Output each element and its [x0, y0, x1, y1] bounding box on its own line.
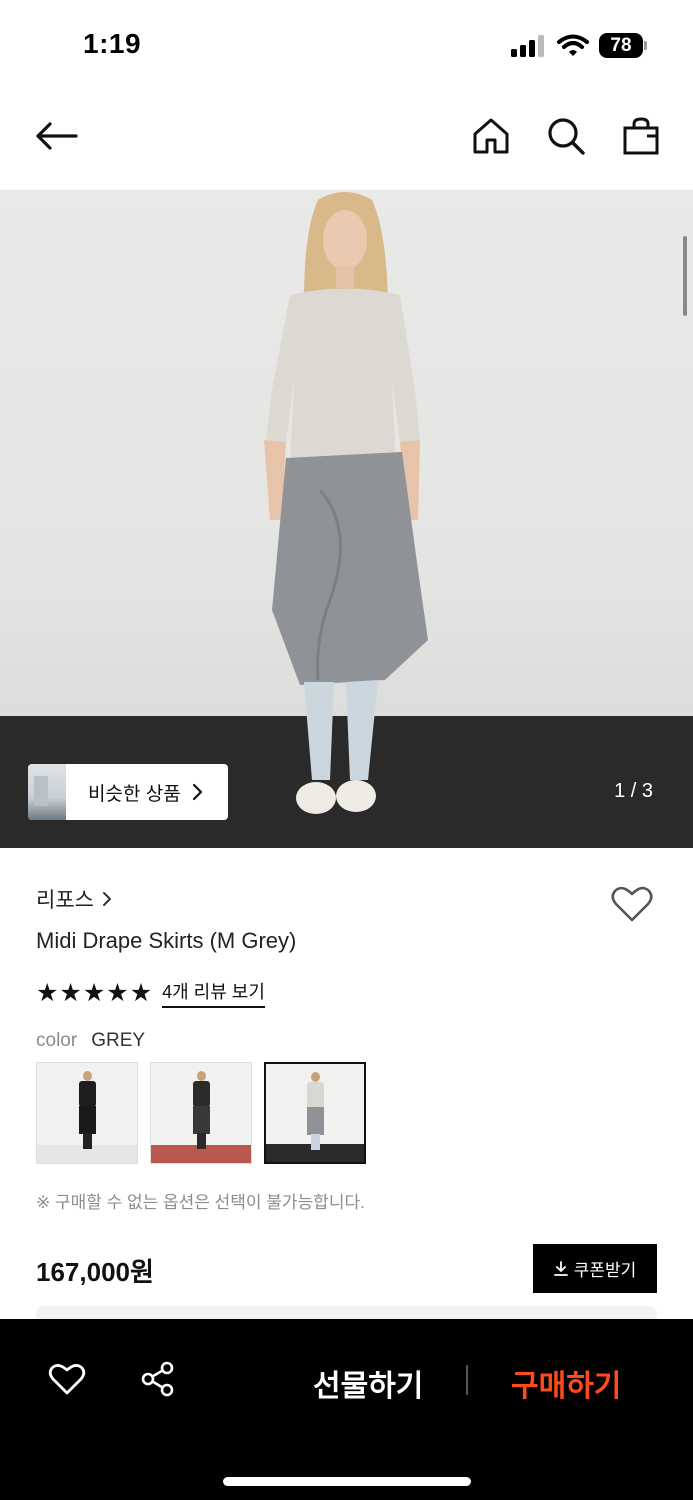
share-icon — [141, 1361, 174, 1397]
product-title: Midi Drape Skirts (M Grey) — [36, 928, 297, 953]
rating-row: ★ ★ ★ ★ ★ 4개 리뷰 보기 — [36, 978, 265, 1008]
cart-button[interactable] — [617, 112, 665, 160]
swatch-model — [76, 1071, 98, 1149]
image-page-indicator: 1 / 3 — [614, 780, 653, 802]
wishlist-button[interactable] — [610, 884, 656, 928]
search-button[interactable] — [542, 112, 590, 160]
gift-button[interactable]: 선물하기 — [313, 1361, 423, 1405]
star-icon: ★ — [106, 978, 129, 1007]
color-row: color GREY — [36, 1030, 145, 1052]
shopping-bag-icon — [623, 117, 659, 155]
bottom-wishlist-button[interactable] — [45, 1357, 89, 1401]
product-price: 167,000원 — [36, 1257, 154, 1287]
download-icon — [553, 1260, 568, 1276]
coupon-button[interactable]: 쿠폰받기 — [533, 1244, 657, 1293]
share-button[interactable] — [136, 1357, 180, 1401]
status-time: 1:19 — [83, 28, 142, 59]
wifi-icon — [557, 34, 589, 56]
status-bar: 1:19 78 — [0, 0, 693, 92]
swatch-model — [304, 1072, 326, 1150]
product-image-carousel[interactable]: 비슷한 상품 1 / 3 — [0, 190, 693, 848]
color-swatch[interactable] — [36, 1062, 138, 1164]
chevron-right-icon — [192, 783, 202, 801]
brand-link[interactable]: 리포스 — [36, 884, 112, 914]
back-button[interactable] — [32, 112, 80, 160]
star-icon: ★ — [82, 978, 106, 1007]
star-icon: ★ — [59, 978, 82, 1007]
bottom-action-bar: 선물하기 구매하기 — [0, 1319, 693, 1500]
rating-stars: ★ ★ ★ ★ ★ — [36, 978, 153, 1007]
hero-scrollbar[interactable] — [683, 236, 687, 316]
color-swatches — [36, 1062, 366, 1164]
status-icons: 78 — [511, 33, 647, 58]
similar-product-thumbnail — [28, 764, 66, 820]
top-nav-bar — [0, 92, 693, 190]
color-swatch[interactable] — [264, 1062, 366, 1164]
info-card-peek — [36, 1306, 657, 1320]
heart-icon — [48, 1364, 86, 1395]
home-indicator[interactable] — [223, 1477, 471, 1486]
similar-products-button[interactable]: 비슷한 상품 — [28, 764, 228, 820]
bottom-bar-divider — [466, 1365, 468, 1395]
brand-name: 리포스 — [36, 889, 94, 912]
color-value: GREY — [91, 1030, 146, 1051]
buy-button[interactable]: 구매하기 — [511, 1361, 621, 1405]
color-label: color — [36, 1030, 78, 1051]
color-swatch[interactable] — [150, 1062, 252, 1164]
option-notice: ※ 구매할 수 없는 옵션은 선택이 불가능합니다. — [36, 1193, 365, 1212]
battery-icon: 78 — [599, 33, 647, 58]
heart-icon — [611, 886, 653, 922]
star-icon: ★ — [129, 978, 153, 1007]
product-photo — [264, 192, 428, 814]
reviews-link[interactable]: 4개 리뷰 보기 — [162, 978, 265, 1008]
star-icon: ★ — [36, 978, 59, 1007]
coupon-label: 쿠폰받기 — [573, 1261, 637, 1280]
signal-icon — [511, 34, 544, 57]
chevron-right-icon — [102, 892, 111, 906]
search-icon — [548, 118, 585, 155]
swatch-model — [190, 1071, 212, 1149]
home-icon — [473, 118, 509, 154]
home-button[interactable] — [467, 112, 515, 160]
arrow-left-icon — [36, 122, 78, 150]
battery-level: 78 — [599, 33, 643, 58]
similar-products-label: 비슷한 상품 — [88, 783, 181, 805]
